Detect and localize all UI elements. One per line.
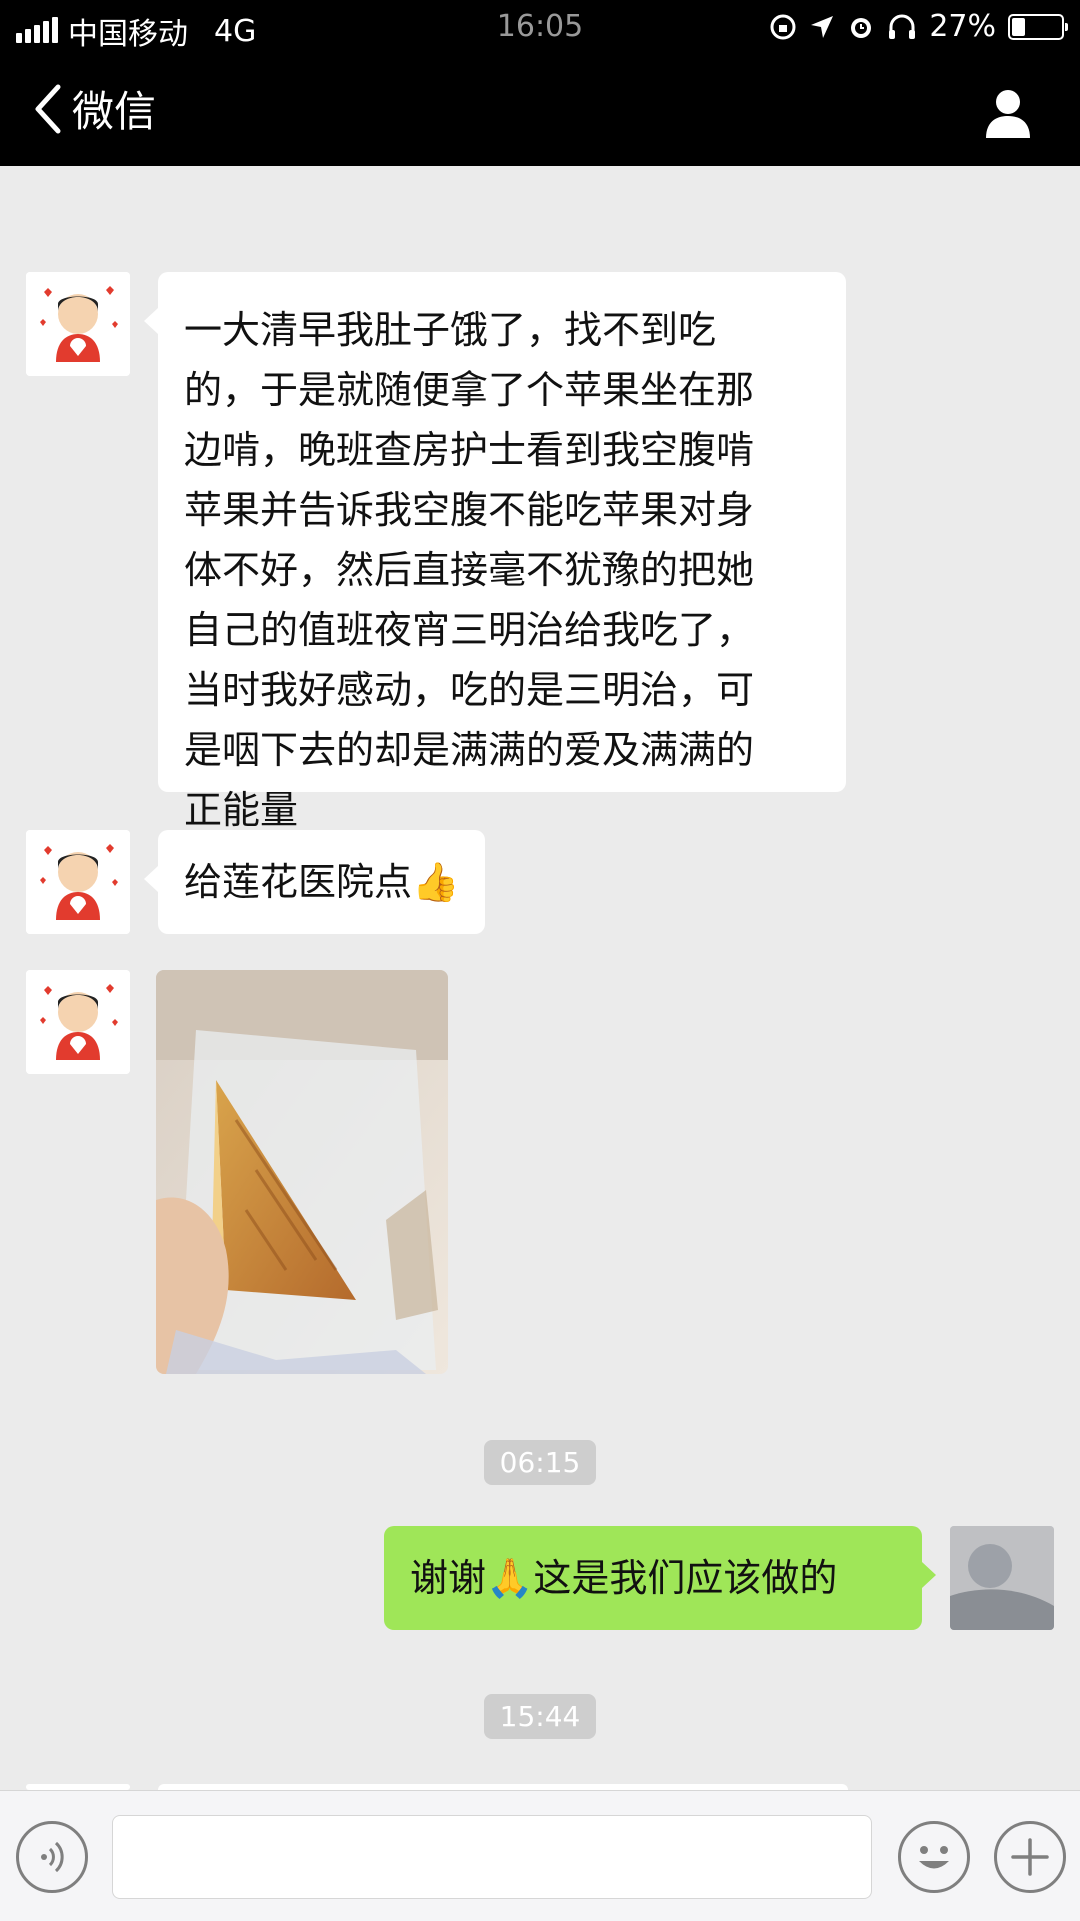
- incoming-message-bubble[interactable]: 给莲花医院点👍: [143, 830, 486, 934]
- contact-avatar[interactable]: [26, 970, 130, 1074]
- rotation-lock-icon: [770, 14, 796, 39]
- voice-icon: [41, 1841, 64, 1873]
- alarm-icon: [851, 17, 872, 38]
- message-line: 自己的值班夜宵三明治给我吃了，: [184, 608, 755, 652]
- message-text: 给莲花医院点👍: [184, 860, 460, 904]
- status-bar: 中国移动 4G 16:05 27%: [0, 0, 1080, 56]
- message-text: 谢谢🙏这是我们应该做的: [410, 1556, 838, 1600]
- chat-header: 微信: [0, 56, 1080, 166]
- battery-icon: [1008, 13, 1068, 40]
- incoming-message-bubble[interactable]: 一大清早我肚子饿了，找不到吃 的，于是就随便拿了个苹果坐在那 边啃，晚班查房护士…: [144, 272, 846, 832]
- back-button[interactable]: 微信: [30, 78, 156, 139]
- message-line: 边啃，晚班查房护士看到我空腹啃: [184, 428, 755, 472]
- sandwich-photo: [156, 970, 448, 1374]
- image-message[interactable]: [156, 970, 448, 1374]
- message-line: 一大清早我肚子饿了，找不到吃: [184, 308, 717, 352]
- user-photo-avatar-icon: [950, 1526, 1054, 1630]
- status-right: 27%: [769, 9, 1068, 44]
- my-avatar[interactable]: [950, 1526, 1054, 1630]
- message-line: 的，于是就随便拿了个苹果坐在那: [184, 368, 755, 412]
- emoji-button[interactable]: [898, 1821, 970, 1893]
- timestamp: 06:15: [0, 1440, 1080, 1485]
- contact-avatar[interactable]: [26, 272, 130, 376]
- location-icon: [811, 15, 834, 38]
- message-line: 当时我好感动，吃的是三明治，可: [184, 668, 755, 712]
- emoji-icon: [919, 1846, 949, 1869]
- voice-button[interactable]: [16, 1821, 88, 1893]
- input-bar: [0, 1790, 1080, 1921]
- plus-icon: [1011, 1838, 1049, 1876]
- cartoon-avatar-icon: [26, 970, 130, 1074]
- chevron-left-icon: [35, 84, 61, 133]
- battery-percent: 27%: [929, 9, 996, 44]
- message-input[interactable]: [112, 1815, 872, 1899]
- message-line: 体不好，然后直接毫不犹豫的把她: [184, 548, 755, 592]
- cartoon-avatar-icon: [26, 272, 130, 376]
- profile-icon[interactable]: [980, 84, 1036, 140]
- contact-avatar[interactable]: [26, 830, 130, 934]
- back-label: 微信: [72, 87, 157, 136]
- headphones-icon: [889, 14, 916, 39]
- outgoing-message-bubble[interactable]: 谢谢🙏这是我们应该做的: [384, 1526, 936, 1630]
- more-button[interactable]: [994, 1821, 1066, 1893]
- timestamp: 15:44: [0, 1694, 1080, 1739]
- cartoon-avatar-icon: [26, 830, 130, 934]
- message-line: 苹果并告诉我空腹不能吃苹果对身: [184, 488, 755, 532]
- message-line: 是咽下去的却是满满的爱及满满的: [184, 728, 755, 772]
